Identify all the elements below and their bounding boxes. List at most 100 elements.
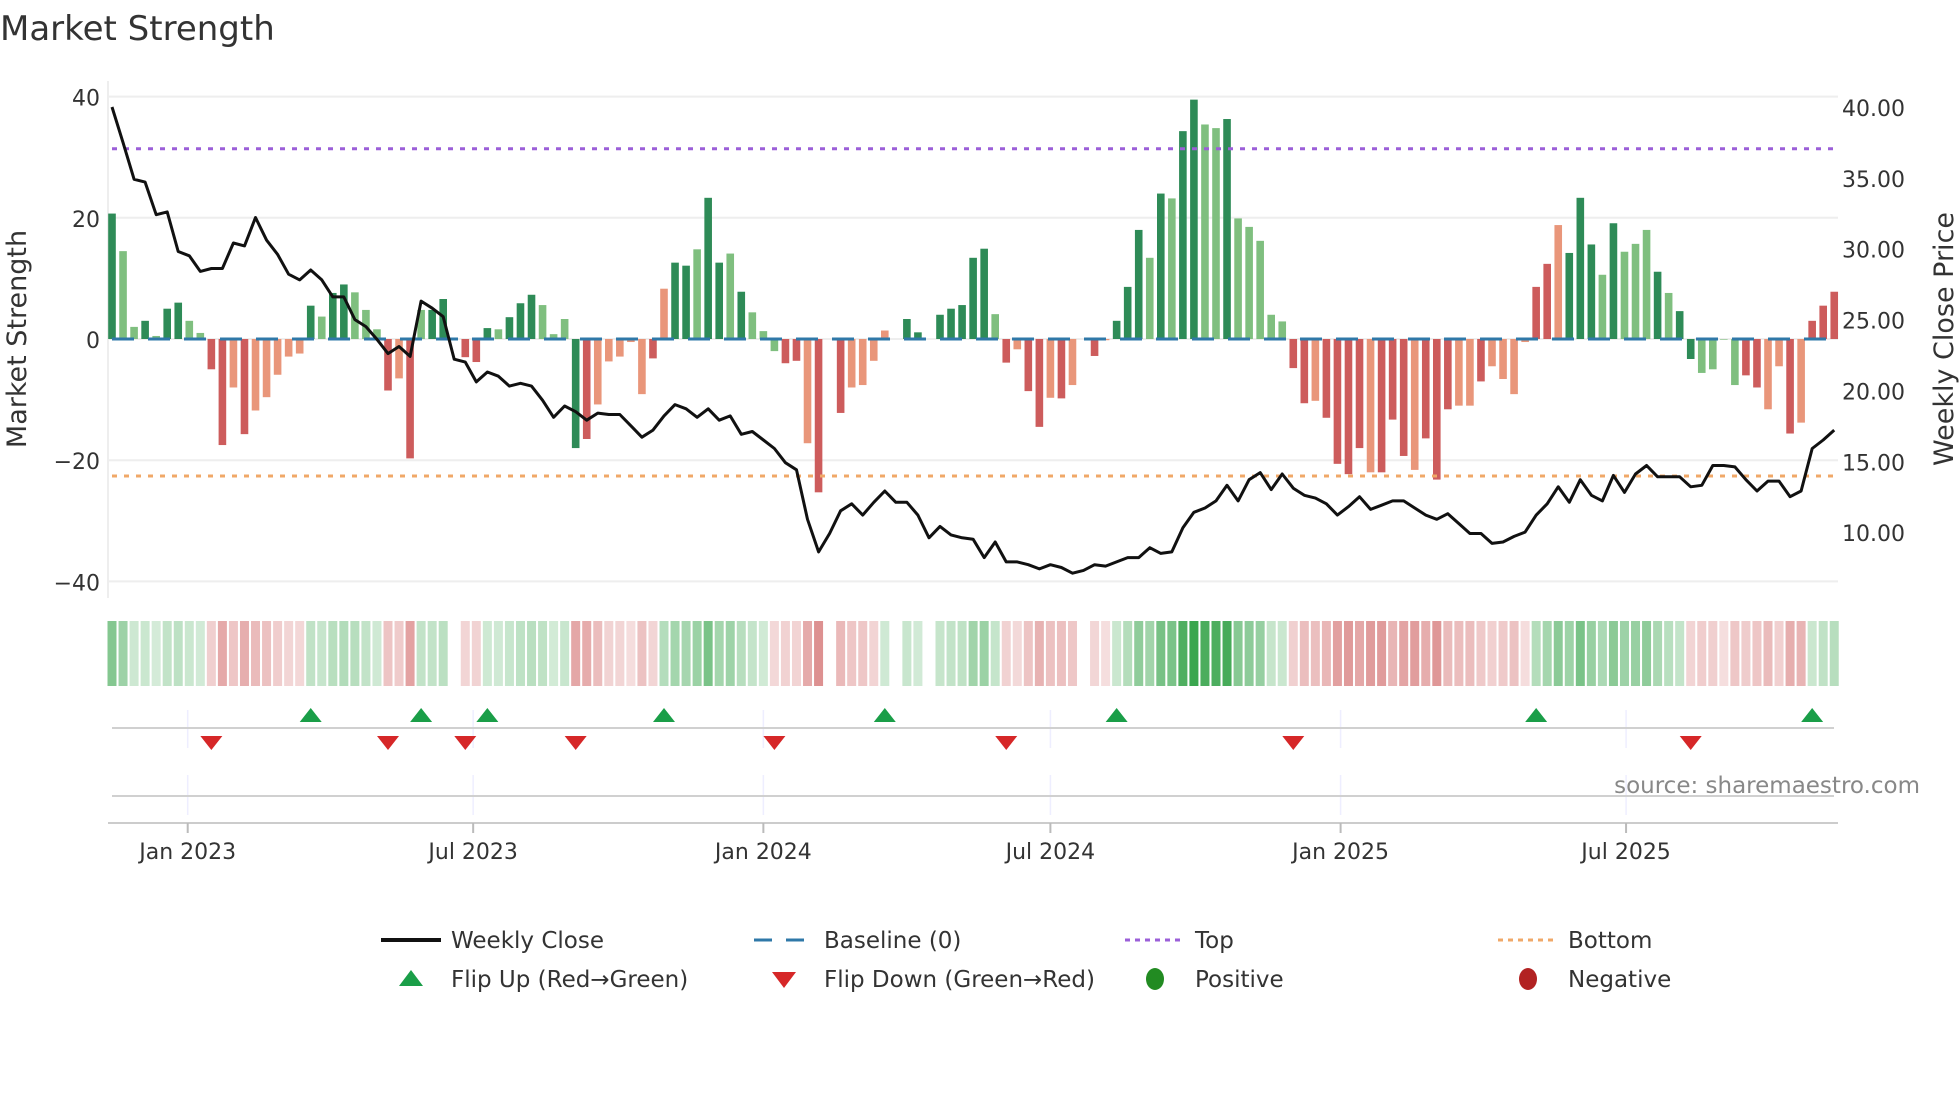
strength-bar (1013, 339, 1022, 350)
strength-bar (1686, 339, 1695, 359)
strip-cell (1056, 621, 1066, 686)
strength-bar (1223, 119, 1231, 339)
strength-bar (693, 249, 701, 339)
strip-cell (482, 621, 492, 686)
strength-bar (329, 292, 337, 339)
strength-bar (1267, 314, 1275, 339)
strip-cell (1708, 621, 1718, 686)
strip-cell (990, 621, 1000, 686)
legend-label: Baseline (0) (824, 928, 961, 954)
strip-cell (1366, 621, 1376, 686)
strength-bar (1168, 198, 1176, 339)
flip-down-icon (564, 736, 587, 750)
strength-bar (1024, 339, 1033, 392)
strength-bar (185, 320, 194, 339)
strength-bar (571, 339, 580, 449)
strip-cell (1818, 621, 1828, 686)
strip-cell (306, 621, 316, 686)
flip-up-icon (873, 708, 896, 722)
legend-label: Flip Up (Red→Green) (451, 967, 688, 993)
strip-cell (195, 621, 205, 686)
strip-cell (1520, 621, 1530, 686)
strength-bar (858, 339, 867, 386)
strength-bar (1388, 339, 1397, 420)
strength-bar (1123, 286, 1132, 339)
y2-tick-label: 40.00 (1842, 97, 1905, 122)
strip-cell (140, 621, 150, 686)
strip-cell (1642, 621, 1652, 686)
strip-cell (1123, 621, 1133, 686)
strip-cell (1774, 621, 1784, 686)
strip-cell (1498, 621, 1508, 686)
strip-cell (239, 621, 249, 686)
strength-bar (306, 305, 315, 339)
strength-bar (1631, 243, 1640, 339)
strip-cell (1653, 621, 1663, 686)
strip-cell (405, 621, 415, 686)
strength-bar (1477, 339, 1485, 382)
chart-title: Market Strength (0, 9, 275, 49)
strip-cell (1719, 621, 1729, 686)
right-axis-label: Weekly Close Price (1929, 212, 1960, 466)
strength-bar (792, 339, 801, 361)
strength-bar (295, 339, 304, 354)
strength-bar (1366, 339, 1375, 473)
strength-bar (582, 339, 591, 439)
strength-bar (1399, 339, 1408, 456)
strength-bar (1289, 339, 1298, 369)
strength-bar (1753, 339, 1761, 388)
strength-bar (1675, 311, 1684, 339)
strength-bar (218, 339, 227, 446)
strength-bar (284, 339, 293, 357)
strength-bar (1697, 339, 1706, 373)
strip-cell (262, 621, 272, 686)
strength-bar (119, 251, 127, 339)
flip-down-icon (377, 736, 399, 750)
flip-down-icon (995, 736, 1018, 750)
strip-cell (803, 621, 813, 686)
strip-cell (1067, 621, 1077, 686)
strip-cell (1586, 621, 1596, 686)
strength-bar (251, 339, 260, 411)
strip-cell (747, 621, 757, 686)
strip-cell (538, 621, 548, 686)
strip-cell (1200, 621, 1210, 686)
strength-bar (1775, 339, 1783, 367)
strength-bar (1410, 339, 1419, 470)
flip-down-icon (200, 736, 223, 750)
strength-bar (836, 339, 845, 413)
flip-up-icon (653, 708, 675, 722)
strip-cell (173, 621, 183, 686)
strip-cell (869, 621, 879, 686)
strip-cell (1465, 621, 1475, 686)
strip-cell (637, 621, 647, 686)
x-tick-label: Jan 2023 (137, 840, 236, 865)
y2-tick-label: 20.00 (1842, 380, 1905, 405)
strip-cell (1807, 621, 1817, 686)
strength-bar (1355, 339, 1364, 449)
circle-icon (1146, 968, 1164, 990)
strength-bar (538, 305, 547, 339)
y-tick-label: 20 (72, 208, 100, 233)
strength-heat-strip (107, 621, 1839, 686)
strip-cell (460, 621, 470, 686)
strip-cell (1443, 621, 1453, 686)
strength-bar (174, 302, 183, 339)
strip-cell (471, 621, 481, 686)
strength-bar (660, 288, 668, 339)
strip-cell (1730, 621, 1740, 686)
strip-cell (1321, 621, 1331, 686)
strip-cell (1012, 621, 1022, 686)
strip-cell (1487, 621, 1497, 686)
strip-cell (1399, 621, 1409, 686)
strip-cell (1631, 621, 1641, 686)
strength-bar (1134, 229, 1143, 339)
strip-cell (1101, 621, 1111, 686)
strength-bar (505, 317, 514, 339)
strength-bar (770, 339, 779, 352)
strength-bar (1653, 271, 1662, 339)
strip-cell (913, 621, 923, 686)
strength-bar (958, 305, 966, 339)
strength-bar (384, 339, 392, 391)
strength-bar (262, 339, 271, 398)
